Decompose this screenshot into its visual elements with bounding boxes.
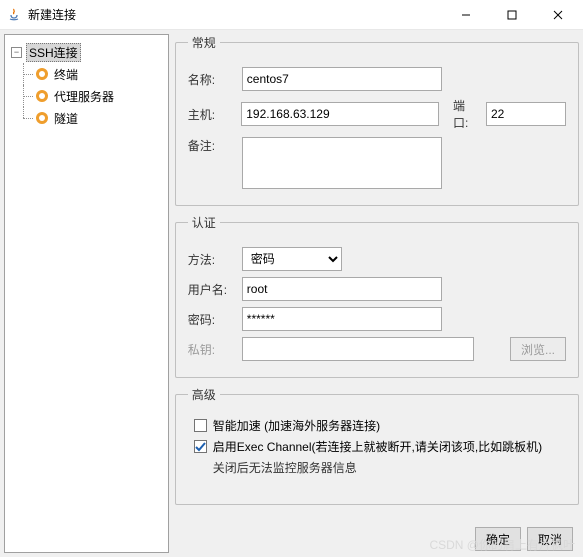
- node-icon: [36, 90, 48, 102]
- tree-item-label: 终端: [52, 66, 80, 83]
- browse-button: 浏览...: [510, 337, 566, 361]
- tree-item-label: 代理服务器: [52, 88, 116, 105]
- method-select[interactable]: 密码: [242, 247, 342, 271]
- label-user: 用户名:: [188, 281, 236, 298]
- host-input[interactable]: [241, 102, 439, 126]
- group-general: 常规 名称: 主机: 端口: 备注:: [175, 34, 579, 206]
- key-input: [242, 337, 474, 361]
- tree-pane: − SSH连接 终端 代理服务器 隧道: [4, 34, 169, 553]
- node-icon: [36, 112, 48, 124]
- label-port: 端口:: [453, 97, 480, 131]
- checkbox-exec[interactable]: [194, 440, 207, 453]
- user-input[interactable]: [242, 277, 442, 301]
- ok-button[interactable]: 确定: [475, 527, 521, 551]
- node-icon: [36, 68, 48, 80]
- label-pass: 密码:: [188, 311, 236, 328]
- label-remark: 备注:: [188, 137, 236, 154]
- group-auth: 认证 方法: 密码 用户名: 密码: 私钥: 浏览...: [175, 214, 579, 378]
- pass-input[interactable]: [242, 307, 442, 331]
- close-button[interactable]: [535, 0, 581, 30]
- cancel-button[interactable]: 取消: [527, 527, 573, 551]
- checkbox-row-accel[interactable]: 智能加速 (加速海外服务器连接): [194, 417, 566, 434]
- title-bar: 新建连接: [0, 0, 583, 30]
- checkbox-row-exec[interactable]: 启用Exec Channel(若连接上就被断开,请关闭该项,比如跳板机): [194, 438, 566, 455]
- tree-item-label: 隧道: [52, 110, 80, 127]
- tree-root-label: SSH连接: [26, 43, 81, 62]
- maximize-button[interactable]: [489, 0, 535, 30]
- tree-item-tunnel[interactable]: 隧道: [9, 107, 164, 129]
- name-input[interactable]: [242, 67, 442, 91]
- checkbox-exec-label: 启用Exec Channel(若连接上就被断开,请关闭该项,比如跳板机): [213, 438, 542, 455]
- tree-root[interactable]: − SSH连接: [9, 41, 164, 63]
- java-icon: [6, 7, 22, 23]
- legend-auth: 认证: [188, 214, 220, 231]
- port-input[interactable]: [486, 102, 566, 126]
- label-key: 私钥:: [188, 341, 236, 358]
- legend-general: 常规: [188, 34, 220, 51]
- minimize-button[interactable]: [443, 0, 489, 30]
- checkbox-accel[interactable]: [194, 419, 207, 432]
- tree-item-terminal[interactable]: 终端: [9, 63, 164, 85]
- collapse-icon[interactable]: −: [11, 47, 22, 58]
- checkbox-accel-label: 智能加速 (加速海外服务器连接): [213, 417, 380, 434]
- remark-input[interactable]: [242, 137, 442, 189]
- tree-item-proxy[interactable]: 代理服务器: [9, 85, 164, 107]
- label-method: 方法:: [188, 251, 236, 268]
- label-name: 名称:: [188, 71, 236, 88]
- window-title: 新建连接: [28, 6, 76, 23]
- label-host: 主机:: [188, 106, 235, 123]
- advanced-note: 关闭后无法监控服务器信息: [213, 459, 566, 476]
- legend-advanced: 高级: [188, 386, 220, 403]
- group-advanced: 高级 智能加速 (加速海外服务器连接) 启用Exec Channel(若连接上就…: [175, 386, 579, 505]
